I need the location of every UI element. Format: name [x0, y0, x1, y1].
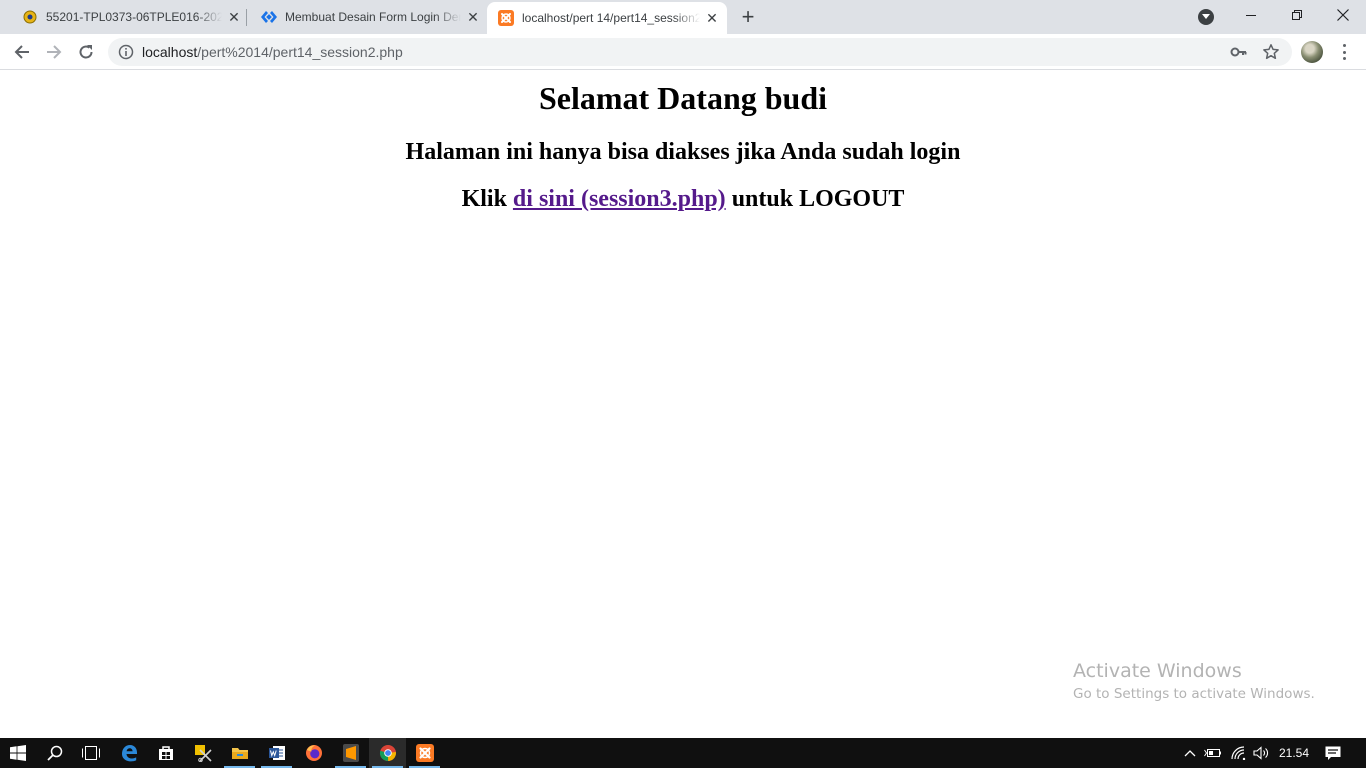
welcome-heading: Selamat Datang budi [538, 80, 828, 116]
watermark-subtitle: Go to Settings to activate Windows. [1073, 686, 1315, 702]
word-icon[interactable] [258, 738, 295, 768]
bookmark-star-icon[interactable] [1262, 43, 1280, 61]
tab-strip: 55201-TPL0373-06TPLE016-2020 ✕ Membuat D… [0, 0, 1366, 34]
page-content: Selamat Datang budi Halaman ini hanya bi… [0, 71, 1366, 738]
close-tab-icon[interactable]: ✕ [226, 9, 242, 25]
back-button[interactable] [8, 38, 36, 66]
url-path: /pert%2014/pert14_session2.php [197, 44, 403, 60]
tab-session2[interactable]: localhost/pert 14/pert14_session2.php ✕ [487, 2, 727, 34]
url-text[interactable]: localhost/pert%2014/pert14_session2.php [142, 44, 403, 60]
close-window-button[interactable] [1320, 0, 1366, 30]
forward-button[interactable] [40, 38, 68, 66]
firefox-icon[interactable] [295, 738, 332, 768]
xampp-taskbar-icon[interactable] [406, 738, 443, 768]
taskbar-clock[interactable]: 21.54 [1272, 738, 1316, 768]
search-icon[interactable] [36, 738, 73, 768]
site-info-icon[interactable] [118, 44, 134, 60]
start-button[interactable] [0, 738, 36, 768]
file-explorer-icon[interactable] [221, 738, 258, 768]
activate-windows-watermark: Activate Windows Go to Settings to activ… [1073, 660, 1315, 704]
browser-toolbar: localhost/pert%2014/pert14_session2.php [0, 34, 1366, 70]
watermark-title: Activate Windows [1073, 660, 1242, 682]
minimize-button[interactable] [1228, 0, 1274, 30]
sublime-text-icon[interactable] [332, 738, 369, 768]
close-tab-icon[interactable]: ✕ [465, 9, 481, 25]
volume-icon[interactable] [1250, 738, 1272, 768]
tab-title: 55201-TPL0373-06TPLE016-2020 [46, 10, 222, 24]
wifi-icon[interactable] [1228, 738, 1250, 768]
notification-center-icon[interactable] [1320, 738, 1346, 768]
store-icon[interactable] [147, 738, 184, 768]
more-menu-icon[interactable] [1336, 42, 1352, 62]
close-tab-icon[interactable]: ✕ [704, 10, 720, 26]
tab-form-login[interactable]: Membuat Desain Form Login Dengan ✕ [247, 0, 484, 34]
snipping-tool-icon[interactable] [184, 738, 221, 768]
university-logo-icon [22, 9, 38, 25]
logout-suffix: untuk LOGOUT [725, 186, 905, 212]
battery-icon[interactable] [1202, 738, 1224, 768]
access-notice: Halaman ini hanya bisa diakses jika Anda… [405, 139, 961, 165]
logout-link[interactable]: di sini (session3.php) [513, 186, 726, 212]
task-view-icon[interactable] [72, 738, 109, 768]
key-icon[interactable] [1230, 44, 1248, 60]
edge-icon[interactable] [110, 738, 147, 768]
profile-avatar[interactable] [1301, 41, 1323, 63]
logout-prefix: Klik [461, 186, 513, 212]
taskbar: 21.54 [0, 738, 1366, 768]
tab-elearning[interactable]: 55201-TPL0373-06TPLE016-2020 ✕ [8, 0, 244, 34]
logout-line: Klik di sini (session3.php) untuk LOGOUT [0, 185, 1366, 213]
new-tab-button[interactable]: + [736, 5, 760, 29]
tab-title: Membuat Desain Form Login Dengan [285, 10, 461, 24]
restore-button[interactable] [1274, 0, 1320, 30]
url-host: localhost [142, 44, 198, 60]
show-hidden-icons-chevron-up-icon[interactable] [1180, 738, 1200, 768]
tab-title: localhost/pert 14/pert14_session2.php [522, 11, 700, 25]
address-bar[interactable]: localhost/pert%2014/pert14_session2.php [108, 38, 1292, 66]
chrome-icon[interactable] [369, 738, 406, 768]
xampp-logo-icon [498, 10, 514, 26]
tab-search-icon[interactable] [1198, 9, 1214, 25]
diamond-logo-icon [261, 9, 277, 25]
reload-button[interactable] [72, 38, 100, 66]
